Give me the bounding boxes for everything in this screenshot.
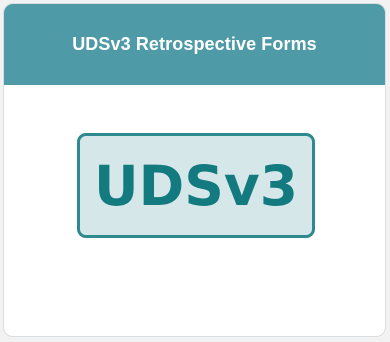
udsv3-retrospective-forms-card[interactable]: UDSv3 Retrospective Forms UDSv3 bbox=[3, 3, 386, 337]
card-body: UDSv3 bbox=[4, 85, 385, 336]
card-title: UDSv3 Retrospective Forms bbox=[72, 34, 317, 54]
logo-text: UDSv3 bbox=[93, 154, 299, 218]
card-header: UDSv3 Retrospective Forms bbox=[4, 4, 385, 85]
udsv3-logo: UDSv3 bbox=[77, 133, 315, 238]
